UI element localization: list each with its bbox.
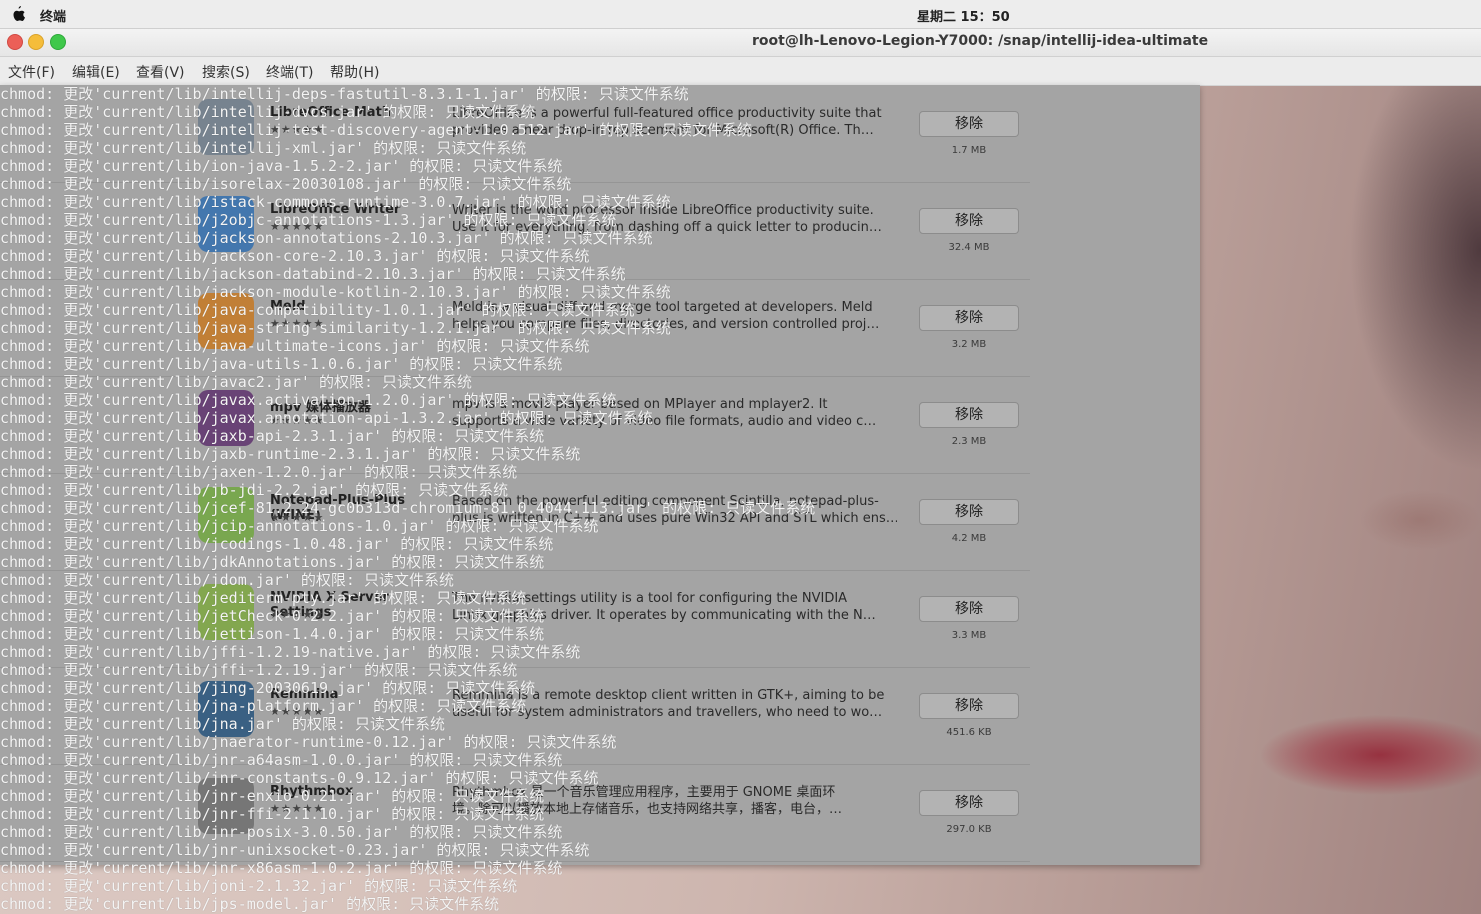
terminal-line: chmod: 更改'current/lib/jaxen-1.2.0.jar' 的… <box>0 463 518 481</box>
apple-icon[interactable] <box>10 5 26 23</box>
terminal-line: chmod: 更改'current/lib/jb-jdi-2.2.jar' 的权… <box>0 481 509 499</box>
system-top-bar: 终端 星期二 15：50 <box>0 0 1481 29</box>
terminal-line: chmod: 更改'current/lib/jnr-enxio-0.21.jar… <box>0 787 545 805</box>
terminal-line: chmod: 更改'current/lib/joni-2.1.32.jar' 的… <box>0 877 518 895</box>
terminal-line: chmod: 更改'current/lib/java-ultimate-icon… <box>0 337 590 355</box>
terminal-line: chmod: 更改'current/lib/jdkAnnotations.jar… <box>0 553 545 571</box>
terminal-line: chmod: 更改'current/lib/jaxb-runtime-2.3.1… <box>0 445 581 463</box>
minimize-window-button[interactable] <box>28 34 44 50</box>
active-app-name[interactable]: 终端 <box>40 6 66 25</box>
terminal-line: chmod: 更改'current/lib/jcodings-1.0.48.ja… <box>0 535 554 553</box>
terminal-line: chmod: 更改'current/lib/javax.annotation-a… <box>0 409 653 427</box>
terminal-line: chmod: 更改'current/lib/isorelax-20030108.… <box>0 175 572 193</box>
terminal-line: chmod: 更改'current/lib/jackson-annotation… <box>0 229 653 247</box>
menu-edit[interactable]: 编辑(E) <box>72 62 120 82</box>
terminal-line: chmod: 更改'current/lib/jna-platform.jar' … <box>0 697 527 715</box>
terminal-line: chmod: 更改'current/lib/intellij-xml.jar' … <box>0 139 527 157</box>
terminal-line: chmod: 更改'current/lib/jackson-databind-2… <box>0 265 626 283</box>
terminal-line: chmod: 更改'current/lib/java-string-simila… <box>0 319 671 337</box>
terminal-line: chmod: 更改'current/lib/jing-20030619.jar'… <box>0 679 536 697</box>
menu-view[interactable]: 查看(V) <box>136 62 185 82</box>
terminal-line: chmod: 更改'current/lib/intellij-dvcs.jar'… <box>0 103 536 121</box>
terminal-line: chmod: 更改'current/lib/jcip-annotations-1… <box>0 517 599 535</box>
terminal-line: chmod: 更改'current/lib/jediterm-pty.jar' … <box>0 589 527 607</box>
terminal-line: chmod: 更改'current/lib/jnr-posix-3.0.50.j… <box>0 823 563 841</box>
terminal-line: chmod: 更改'current/lib/jnr-unixsocket-0.2… <box>0 841 590 859</box>
terminal-line: chmod: 更改'current/lib/java-utils-1.0.6.j… <box>0 355 563 373</box>
terminal-line: chmod: 更改'current/lib/jps-model.jar' 的权限… <box>0 895 500 913</box>
terminal-line: chmod: 更改'current/lib/jffi-1.2.19-native… <box>0 643 581 661</box>
menu-help[interactable]: 帮助(H) <box>330 62 379 82</box>
clock[interactable]: 星期二 15：50 <box>917 6 1010 25</box>
terminal-line: chmod: 更改'current/lib/istack-commons-run… <box>0 193 671 211</box>
window-titlebar[interactable]: root@lh-Lenovo-Legion-Y7000: /snap/intel… <box>0 29 1481 57</box>
terminal-line: chmod: 更改'current/lib/intellij-test-disc… <box>0 121 753 139</box>
terminal-line: chmod: 更改'current/lib/jffi-1.2.19.jar' 的… <box>0 661 518 679</box>
terminal-line: chmod: 更改'current/lib/jna.jar' 的权限: 只读文件… <box>0 715 445 733</box>
terminal-line: chmod: 更改'current/lib/jnr-a64asm-1.0.0.j… <box>0 751 563 769</box>
terminal-line: chmod: 更改'current/lib/jnr-x86asm-1.0.2.j… <box>0 859 563 877</box>
terminal-line: chmod: 更改'current/lib/jetCheck-0.2.2.jar… <box>0 607 545 625</box>
terminal-line: chmod: 更改'current/lib/ion-java-1.5.2-2.j… <box>0 157 563 175</box>
terminal-line: chmod: 更改'current/lib/jnr-ffi-2.1.10.jar… <box>0 805 545 823</box>
terminal-line: chmod: 更改'current/lib/j2objc-annotations… <box>0 211 617 229</box>
terminal-line: chmod: 更改'current/lib/javax.activation-1… <box>0 391 617 409</box>
window-title: root@lh-Lenovo-Legion-Y7000: /snap/intel… <box>752 33 1209 49</box>
menu-file[interactable]: 文件(F) <box>8 62 55 82</box>
menu-search[interactable]: 搜索(S) <box>202 62 250 82</box>
maximize-window-button[interactable] <box>50 34 66 50</box>
terminal-line: chmod: 更改'current/lib/jcef-81.2.24-gc0b3… <box>0 499 816 517</box>
terminal-line: chmod: 更改'current/lib/intellij-deps-fast… <box>0 85 689 103</box>
terminal-line: chmod: 更改'current/lib/jnr-constants-0.9.… <box>0 769 599 787</box>
terminal-line: chmod: 更改'current/lib/jackson-core-2.10.… <box>0 247 590 265</box>
terminal-line: chmod: 更改'current/lib/javac2.jar' 的权限: 只… <box>0 373 473 391</box>
terminal-line: chmod: 更改'current/lib/jnaerator-runtime-… <box>0 733 617 751</box>
terminal-line: chmod: 更改'current/lib/java-compatibility… <box>0 301 635 319</box>
terminal-line: chmod: 更改'current/lib/jdom.jar' 的权限: 只读文… <box>0 571 454 589</box>
terminal-menubar: 文件(F) 编辑(E) 查看(V) 搜索(S) 终端(T) 帮助(H) <box>0 57 1481 86</box>
terminal-line: chmod: 更改'current/lib/jettison-1.4.0.jar… <box>0 625 545 643</box>
terminal-line: chmod: 更改'current/lib/jaxb-api-2.3.1.jar… <box>0 427 545 445</box>
terminal-output[interactable]: chmod: 更改'current/lib/intellij-deps-fast… <box>0 85 1481 914</box>
terminal-line: chmod: 更改'current/lib/jackson-module-kot… <box>0 283 671 301</box>
menu-terminal[interactable]: 终端(T) <box>266 62 313 82</box>
close-window-button[interactable] <box>7 34 23 50</box>
